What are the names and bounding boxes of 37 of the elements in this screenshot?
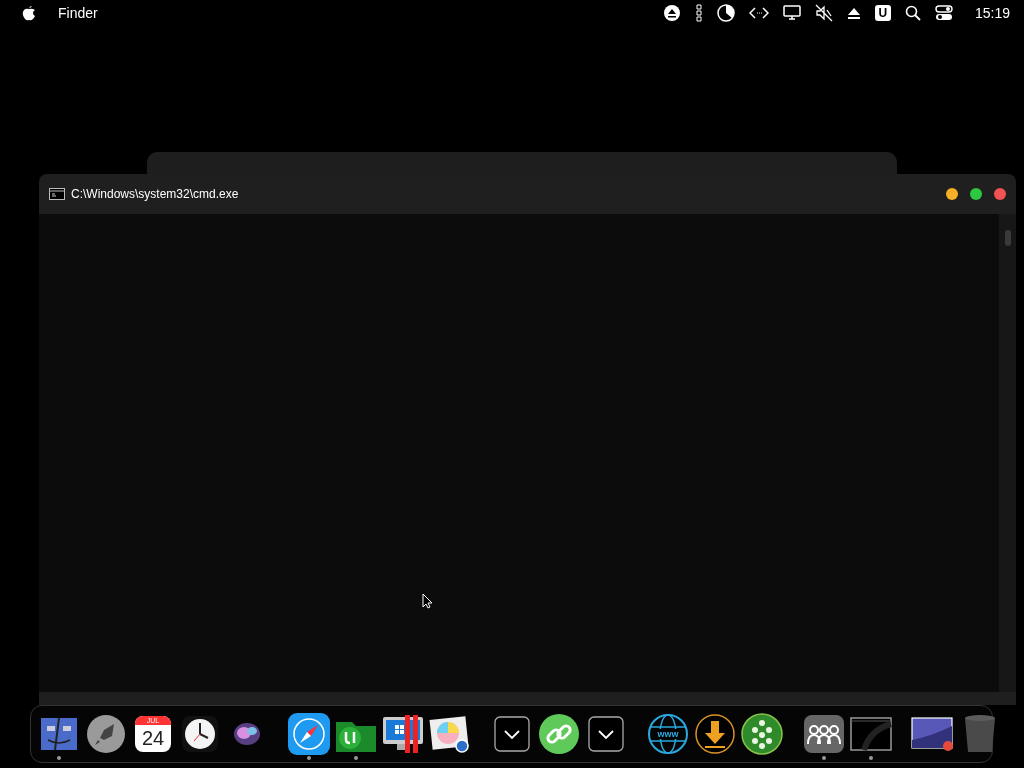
window-title: C:\Windows\system32\cmd.exe [71,187,239,201]
eject-icon[interactable] [846,6,861,20]
search-icon[interactable] [904,5,921,21]
close-button[interactable] [994,188,1006,200]
chevron-down-icon[interactable] [588,716,624,752]
mute-icon[interactable] [814,4,833,22]
chevron-down-icon[interactable] [494,716,530,752]
terminal-icon[interactable] [850,717,892,751]
group-icon[interactable] [741,713,783,755]
pie-chart-icon[interactable] [716,4,735,22]
app-menu[interactable]: Finder [58,5,98,21]
computer-icon[interactable] [381,714,425,754]
arrows-icon[interactable] [748,6,769,20]
gauge-icon[interactable] [694,3,703,23]
eject-icon[interactable] [662,4,681,22]
app-icon[interactable]: U [874,5,891,21]
minimize-button[interactable] [946,188,958,200]
calendar-day: 24 [141,725,165,751]
compass-icon[interactable] [287,712,331,756]
people-icon[interactable] [803,714,845,754]
download-icon[interactable] [694,713,736,755]
rocket-icon[interactable] [86,714,126,754]
link-icon[interactable] [538,713,580,755]
trash-icon[interactable] [963,714,997,754]
control-center-icon[interactable] [934,5,953,21]
photos-icon[interactable] [428,714,472,754]
apple-logo-icon[interactable] [22,5,36,21]
cursor-icon [422,593,433,609]
globe-icon[interactable]: www [647,713,689,755]
console-icon [49,188,65,200]
maximize-button[interactable] [970,188,982,200]
clock-icon[interactable] [181,715,219,753]
screenshot-icon[interactable] [911,716,955,752]
menu-clock[interactable]: 15:19 [974,5,1010,21]
scrollbar[interactable] [999,214,1016,692]
display-icon[interactable] [782,5,801,21]
globe-label: www [656,729,680,739]
